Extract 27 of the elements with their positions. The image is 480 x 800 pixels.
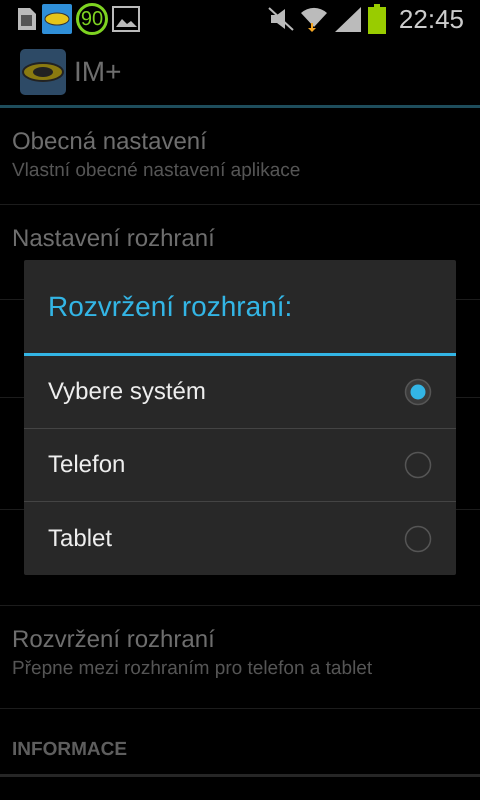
sim-card-icon [16, 6, 38, 32]
wifi-icon [298, 5, 329, 33]
image-icon [112, 6, 140, 32]
radio-option[interactable]: Tablet [24, 502, 456, 575]
battery-icon [366, 4, 387, 34]
radio-button[interactable] [404, 451, 432, 479]
app-notification-icon [42, 4, 72, 34]
radio-button[interactable] [404, 524, 432, 552]
item-summary: Přepne mezi rozhraním pro telefon a tablet [12, 657, 374, 681]
app-title: IM+ [74, 54, 122, 88]
section-header: INFORMACE [12, 738, 128, 762]
signal-icon [332, 5, 363, 33]
radio-button[interactable] [404, 378, 432, 406]
option-label: Tablet [48, 524, 114, 554]
radio-option[interactable]: Telefon [24, 429, 456, 502]
radio-option[interactable]: Vybere systém [24, 356, 456, 429]
app-logo [20, 48, 66, 94]
muted-speaker-icon [266, 5, 295, 33]
item-title[interactable]: Rozvržení rozhraní [12, 624, 468, 656]
clock-time: 22:45 [398, 2, 464, 36]
dialog-title: Rozvržení rozhraní: [48, 290, 292, 324]
item-summary: Vlastní obecné nastavení aplikace [12, 159, 302, 183]
progress-badge: 90 [76, 3, 108, 35]
item-title[interactable]: Obecná nastavení [12, 126, 468, 158]
option-label: Vybere systém [48, 377, 207, 407]
option-label: Telefon [48, 450, 126, 480]
item-title[interactable]: Nastavení rozhraní [12, 223, 468, 255]
